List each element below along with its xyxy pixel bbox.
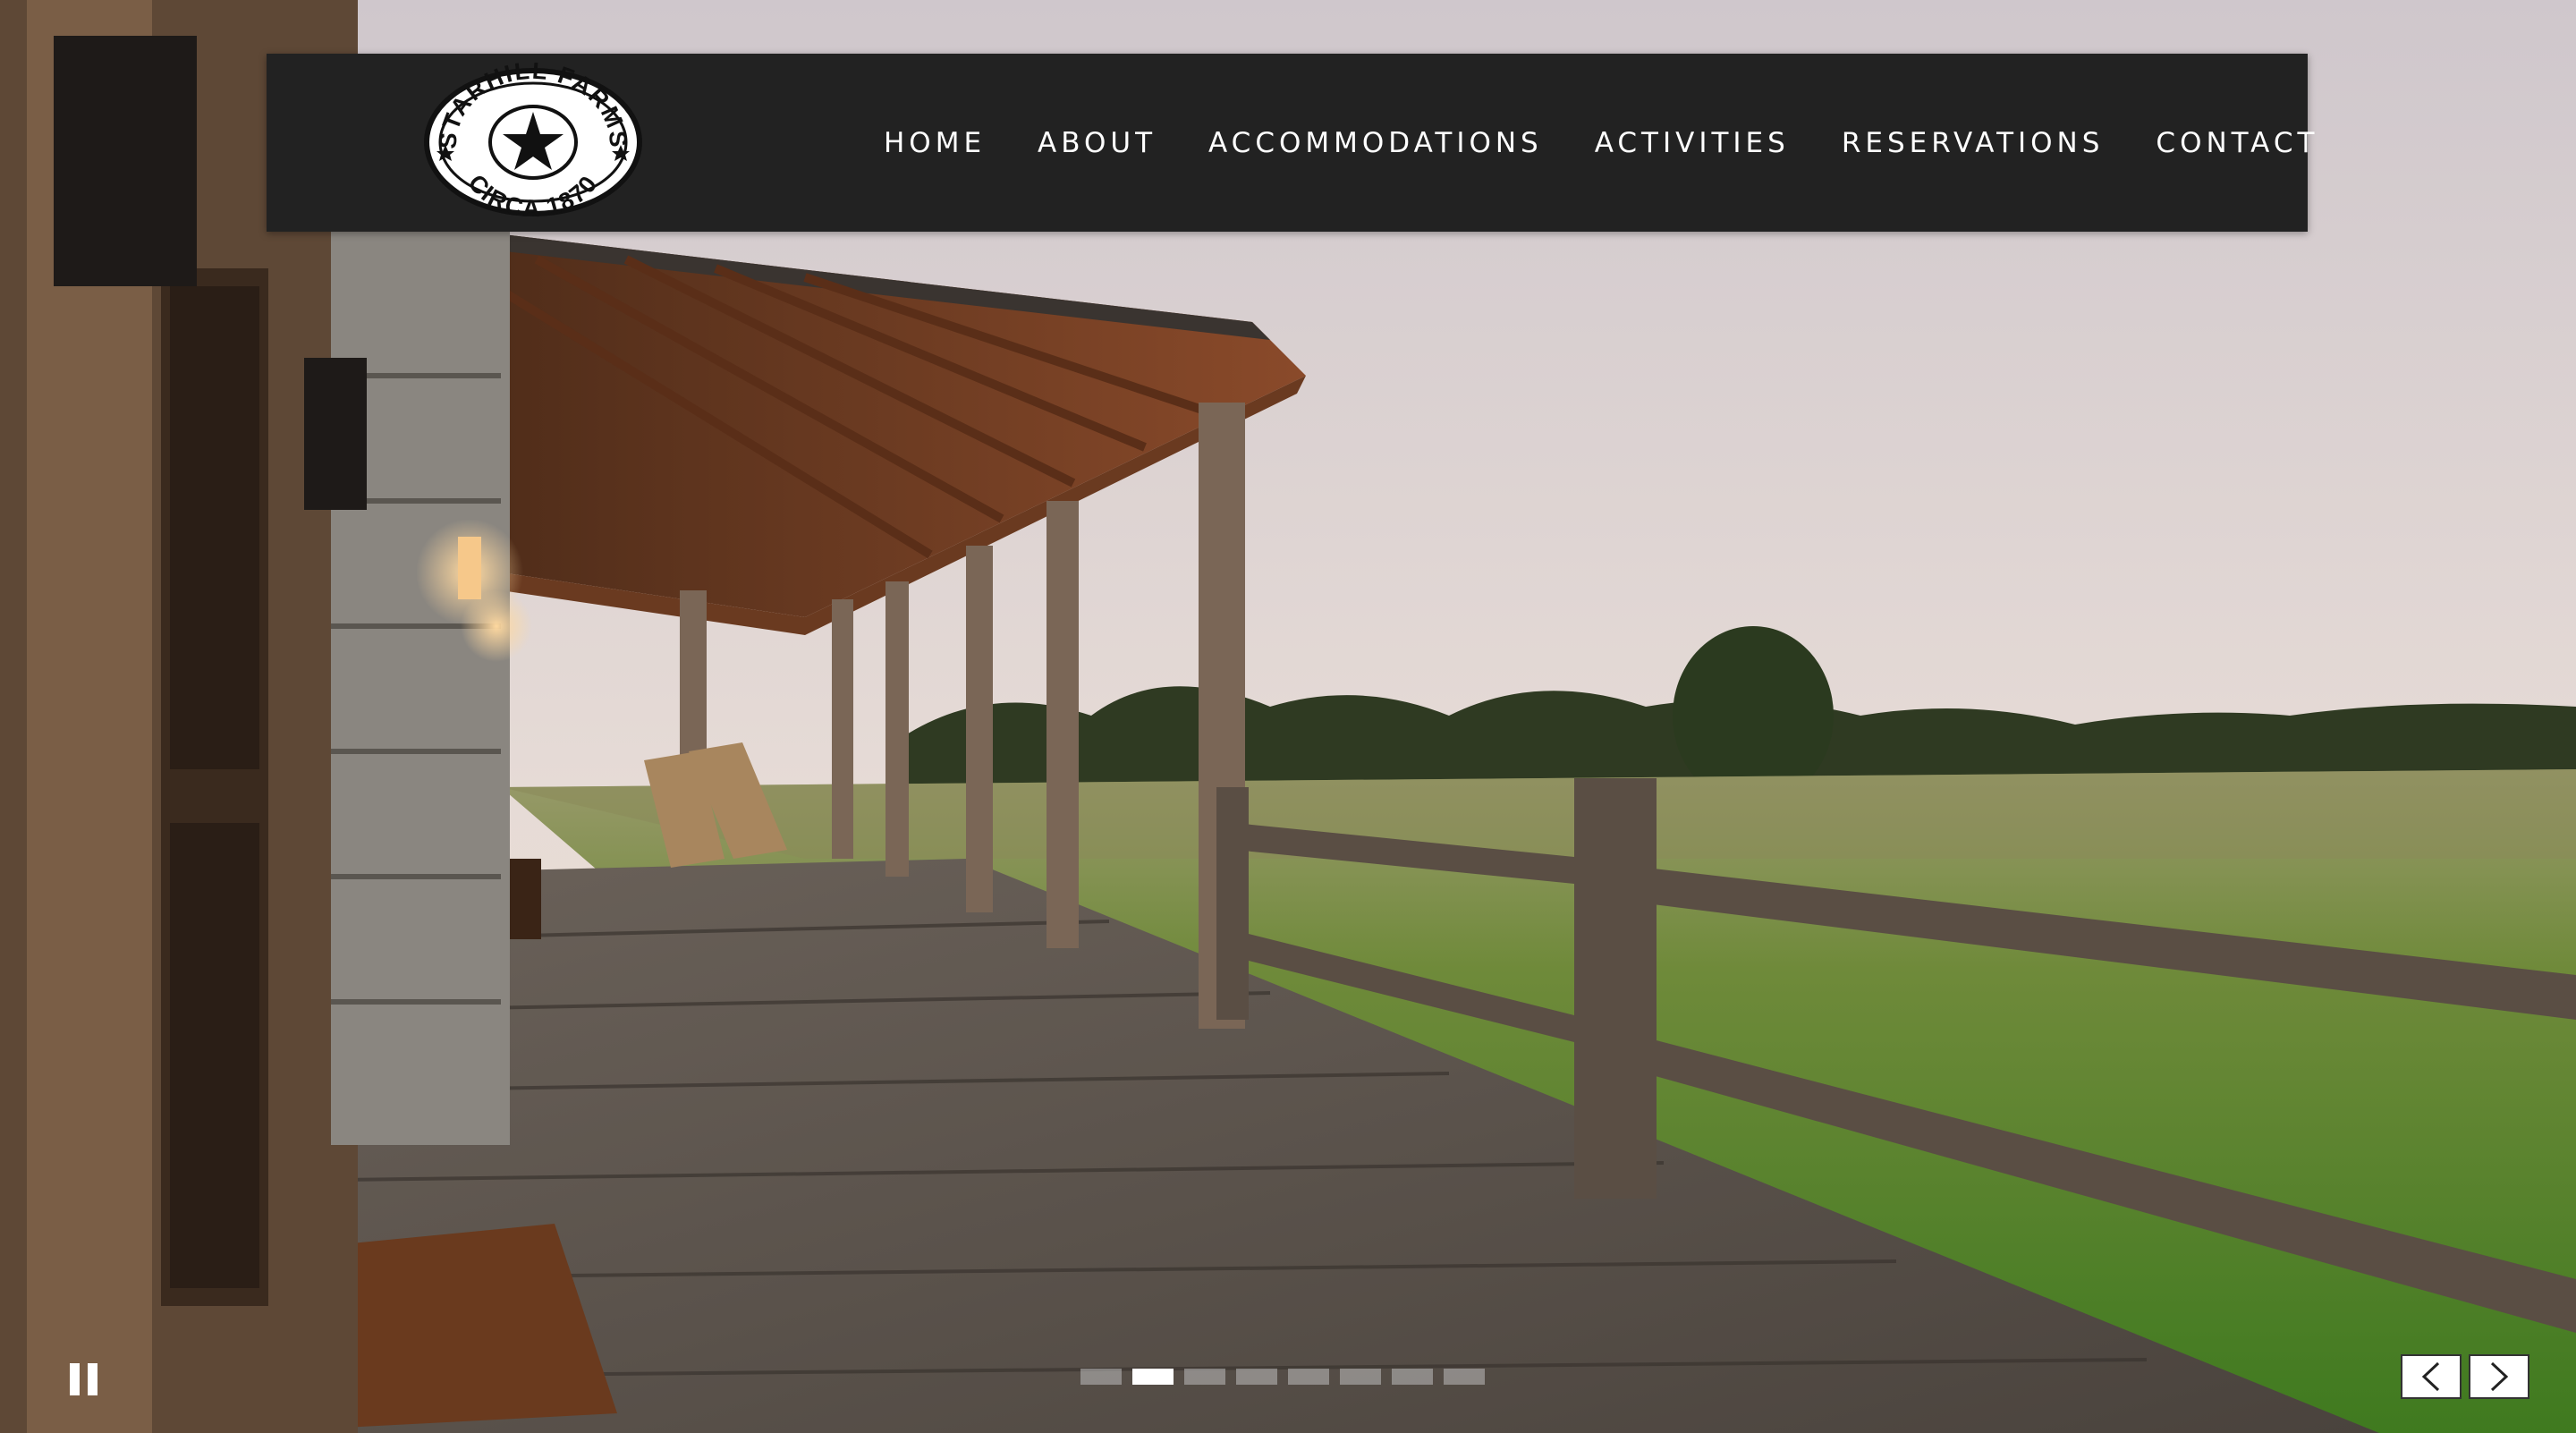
slide-dot-3[interactable] bbox=[1184, 1369, 1225, 1385]
prev-slide-button[interactable] bbox=[2401, 1354, 2462, 1399]
nav-item-about[interactable]: ABOUT bbox=[1038, 127, 1157, 159]
next-slide-button[interactable] bbox=[2469, 1354, 2529, 1399]
nav-item-home[interactable]: HOME bbox=[884, 127, 986, 159]
slide-pagination bbox=[1080, 1369, 1485, 1385]
pause-icon[interactable] bbox=[70, 1363, 98, 1395]
slide-arrows bbox=[2401, 1354, 2529, 1399]
main-nav: HOME ABOUT ACCOMMODATIONS ACTIVITIES RES… bbox=[884, 54, 2318, 232]
chevron-left-icon bbox=[2421, 1361, 2440, 1392]
slide-dot-8[interactable] bbox=[1444, 1369, 1485, 1385]
nav-item-activities[interactable]: ACTIVITIES bbox=[1595, 127, 1790, 159]
nav-item-reservations[interactable]: RESERVATIONS bbox=[1842, 127, 2105, 159]
slide-dot-2[interactable] bbox=[1132, 1369, 1174, 1385]
chevron-right-icon bbox=[2490, 1361, 2509, 1392]
slide-dot-1[interactable] bbox=[1080, 1369, 1122, 1385]
slide-dot-7[interactable] bbox=[1392, 1369, 1433, 1385]
nav-item-accommodations[interactable]: ACCOMMODATIONS bbox=[1208, 127, 1543, 159]
slide-dot-4[interactable] bbox=[1236, 1369, 1277, 1385]
nav-item-contact[interactable]: CONTACT bbox=[2156, 127, 2318, 159]
slide-dot-5[interactable] bbox=[1288, 1369, 1329, 1385]
slide-dot-6[interactable] bbox=[1340, 1369, 1381, 1385]
site-header: STARHILL FARMS CIRCA 1870 HOME ABOUT ACC… bbox=[267, 54, 2314, 232]
brand-logo[interactable]: STARHILL FARMS CIRCA 1870 bbox=[420, 63, 646, 222]
